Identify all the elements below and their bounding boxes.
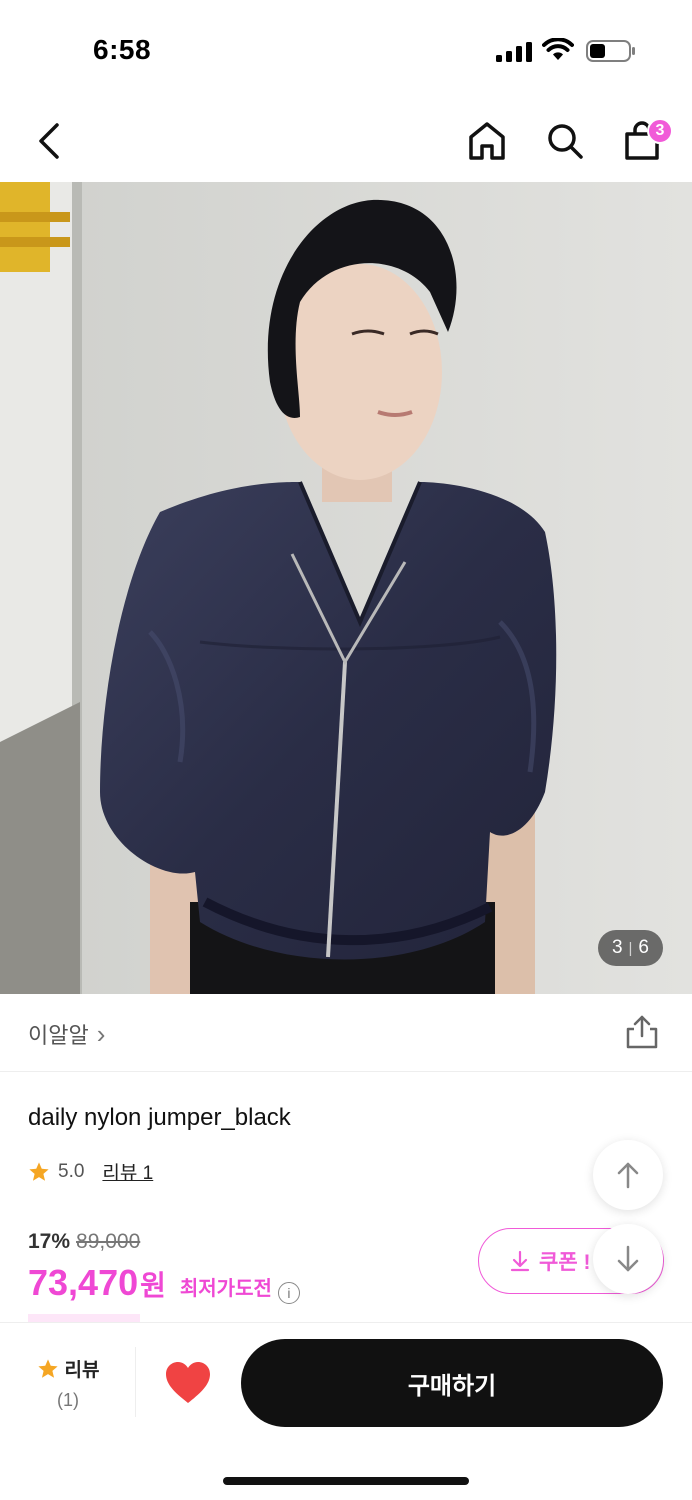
back-button[interactable] [24,116,74,166]
original-price: 89,000 [76,1230,141,1253]
share-icon [626,1015,658,1049]
scroll-to-top-button[interactable] [593,1140,663,1210]
product-title: daily nylon jumper_black [28,1104,291,1131]
star-icon [37,1358,58,1378]
promo-tag-strip [28,1314,140,1322]
discount-rate: 17% [28,1230,71,1253]
home-button[interactable] [462,116,512,166]
review-tab-count: (1) [57,1390,79,1410]
rating-value: 5.0 [58,1160,85,1182]
brand-link[interactable]: 이알알 › [28,1018,105,1050]
image-current-index: 3 [611,937,623,958]
home-icon [469,122,505,160]
price-row: 73,470 원 최저가도전 i [28,1262,300,1304]
image-index-separator: | [628,939,633,957]
arrow-down-icon [617,1245,639,1272]
arrow-up-icon [617,1162,639,1189]
bottom-bar-divider [135,1347,136,1417]
info-icon[interactable]: i [277,1282,300,1304]
discount-row: 17% 89,000 [28,1230,140,1254]
battery-icon [586,40,635,62]
cart-button[interactable]: 3 [617,116,673,166]
lowest-price-challenge-label: 최저가도전 [179,1278,272,1300]
status-time: 6:58 [93,34,152,65]
product-image-gallery[interactable]: 3 | 6 [0,182,692,994]
brand-name: 이알알 [28,1023,89,1048]
back-icon [39,123,59,159]
signal-icon [496,42,532,62]
top-nav-bar: 3 [0,100,692,182]
bottom-action-bar: 리뷰 (1) 구매하기 [0,1322,692,1442]
coupon-label: 쿠폰 ! [539,1251,591,1274]
buy-button[interactable]: 구매하기 [241,1339,663,1427]
wishlist-button[interactable] [164,1361,212,1405]
status-bar: 6:58 [0,0,692,100]
review-tab-button[interactable]: 리뷰 (1) [28,1355,108,1411]
chevron-right-icon: › [96,1018,106,1049]
home-indicator [223,1477,469,1485]
star-icon [29,1161,49,1181]
review-count-link[interactable]: 리뷰 1 [102,1158,153,1185]
review-tab-label: 리뷰 [64,1360,100,1381]
image-page-indicator: 3 | 6 [597,930,663,966]
brand-row: 이알알 › [0,994,692,1072]
sale-price: 73,470 [28,1262,139,1303]
share-button[interactable] [624,1014,660,1050]
scroll-to-bottom-button[interactable] [593,1224,663,1294]
product-photo [0,182,692,994]
search-button[interactable] [540,116,590,166]
rating-row: 5.0 리뷰 1 [28,1158,153,1185]
currency-label: 원 [140,1270,166,1301]
cart-count-badge: 3 [647,118,673,144]
wifi-icon [542,38,574,60]
search-icon [548,124,583,159]
review-tab-label-line: 리뷰 [28,1355,108,1382]
download-icon [510,1250,530,1272]
image-total-count: 6 [638,937,649,958]
heart-icon [166,1362,210,1403]
